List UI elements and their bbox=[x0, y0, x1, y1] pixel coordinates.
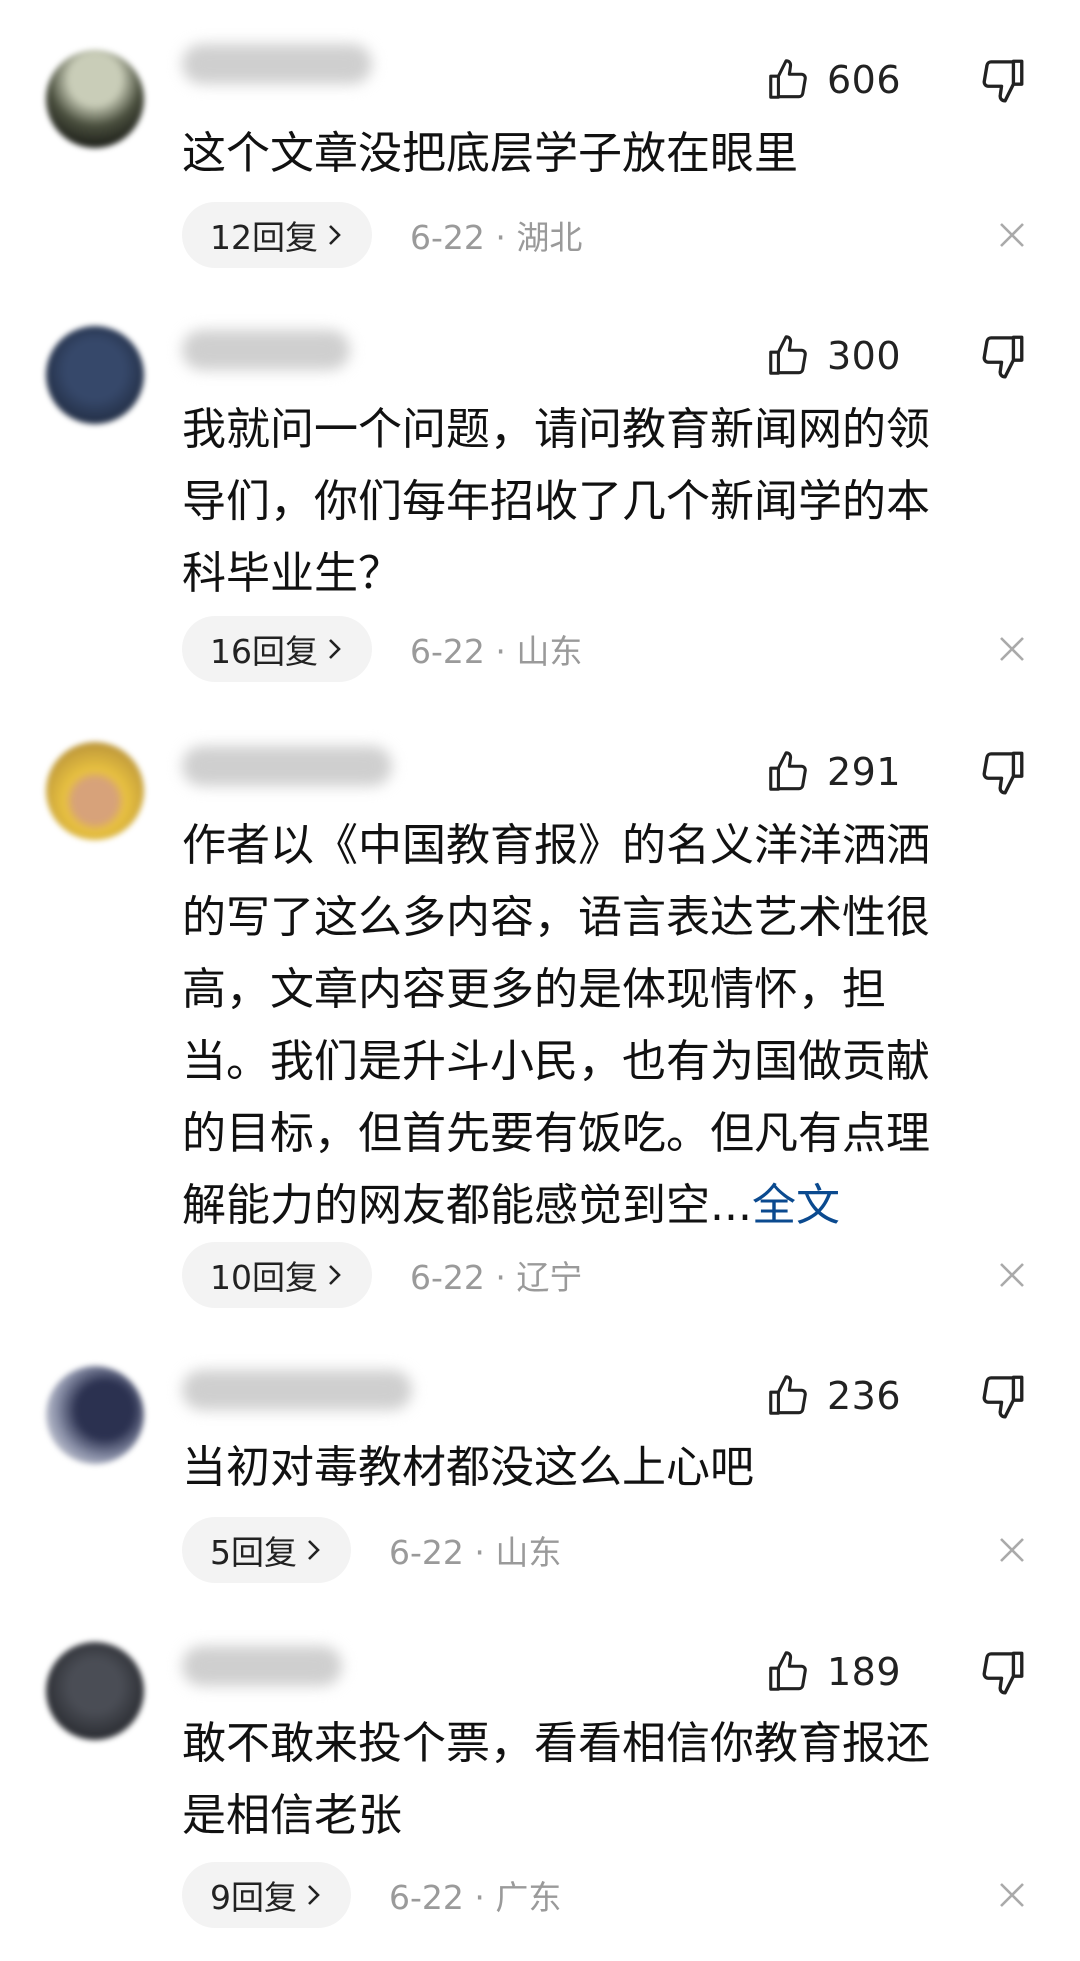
chevron-right-icon bbox=[326, 636, 344, 662]
close-icon[interactable] bbox=[997, 1535, 1027, 1565]
reply-count: 5回复 bbox=[210, 1533, 297, 1572]
comment-text: 这个文章没把底层学子放在眼里 bbox=[182, 128, 798, 179]
like-count: 300 bbox=[827, 334, 902, 378]
chevron-right-icon bbox=[326, 1262, 344, 1288]
avatar[interactable] bbox=[46, 1366, 144, 1464]
username-blurred[interactable] bbox=[182, 330, 350, 370]
comment-meta: 10回复 6-22 · 辽宁 bbox=[182, 1242, 582, 1308]
like-button[interactable]: 300 bbox=[765, 328, 901, 384]
username-blurred[interactable] bbox=[182, 44, 372, 84]
thumbs-down-icon[interactable] bbox=[978, 1647, 1028, 1697]
username-blurred[interactable] bbox=[182, 746, 392, 786]
close-icon[interactable] bbox=[997, 1260, 1027, 1290]
avatar[interactable] bbox=[46, 326, 144, 424]
replies-button[interactable]: 9回复 bbox=[182, 1862, 351, 1928]
reply-count: 16回复 bbox=[210, 632, 318, 671]
replies-button[interactable]: 5回复 bbox=[182, 1517, 351, 1583]
date-location: 6-22 · 辽宁 bbox=[410, 1258, 583, 1297]
avatar[interactable] bbox=[46, 742, 144, 840]
avatar[interactable] bbox=[46, 1642, 144, 1740]
comment-text: 我就问一个问题，请问教育新闻网的领 导们，你们每年招收了几个新闻学的本 科毕业生… bbox=[182, 404, 930, 599]
thumbs-down-icon[interactable] bbox=[978, 747, 1028, 797]
full-text-link[interactable]: 全文 bbox=[752, 1180, 840, 1231]
avatar[interactable] bbox=[46, 50, 144, 148]
like-count: 606 bbox=[827, 58, 902, 102]
chevron-right-icon bbox=[305, 1537, 323, 1563]
reply-count: 12回复 bbox=[210, 218, 318, 257]
reply-count: 9回复 bbox=[210, 1878, 297, 1917]
like-button[interactable]: 291 bbox=[765, 744, 901, 800]
thumbs-down-icon[interactable] bbox=[978, 331, 1028, 381]
replies-button[interactable]: 16回复 bbox=[182, 616, 372, 682]
date-location: 6-22 · 山东 bbox=[389, 1533, 562, 1572]
chevron-right-icon bbox=[305, 1882, 323, 1908]
close-icon[interactable] bbox=[997, 220, 1027, 250]
like-button[interactable]: 189 bbox=[765, 1644, 901, 1700]
comment-meta: 12回复 6-22 · 湖北 bbox=[182, 202, 582, 268]
like-count: 236 bbox=[827, 1374, 902, 1418]
reply-count: 10回复 bbox=[210, 1258, 318, 1297]
comment-meta: 5回复 6-22 · 山东 bbox=[182, 1517, 561, 1583]
like-button[interactable]: 606 bbox=[765, 52, 901, 108]
thumbs-up-icon bbox=[765, 57, 811, 103]
thumbs-down-icon[interactable] bbox=[978, 55, 1028, 105]
thumbs-up-icon bbox=[765, 749, 811, 795]
username-blurred[interactable] bbox=[182, 1646, 342, 1686]
close-icon[interactable] bbox=[997, 1880, 1027, 1910]
thumbs-up-icon bbox=[765, 1649, 811, 1695]
like-button[interactable]: 236 bbox=[765, 1368, 901, 1424]
close-icon[interactable] bbox=[997, 634, 1027, 664]
like-count: 291 bbox=[827, 750, 902, 794]
replies-button[interactable]: 12回复 bbox=[182, 202, 372, 268]
like-count: 189 bbox=[827, 1650, 902, 1694]
chevron-right-icon bbox=[326, 222, 344, 248]
date-location: 6-22 · 湖北 bbox=[410, 218, 583, 257]
comment-meta: 16回复 6-22 · 山东 bbox=[182, 616, 582, 682]
comment-meta: 9回复 6-22 · 广东 bbox=[182, 1862, 561, 1928]
username-blurred[interactable] bbox=[182, 1370, 412, 1410]
comment-text: 敢不敢来投个票，看看相信你教育报还 是相信老张 bbox=[182, 1718, 930, 1841]
date-location: 6-22 · 山东 bbox=[410, 632, 583, 671]
replies-button[interactable]: 10回复 bbox=[182, 1242, 372, 1308]
thumbs-up-icon bbox=[765, 333, 811, 379]
thumbs-up-icon bbox=[765, 1373, 811, 1419]
comment-text: 当初对毒教材都没这么上心吧 bbox=[182, 1442, 754, 1493]
comment-text: 作者以《中国教育报》的名义洋洋洒洒 的写了这么多内容，语言表达艺术性很 高，文章… bbox=[182, 820, 930, 1231]
date-location: 6-22 · 广东 bbox=[389, 1878, 562, 1917]
thumbs-down-icon[interactable] bbox=[978, 1371, 1028, 1421]
